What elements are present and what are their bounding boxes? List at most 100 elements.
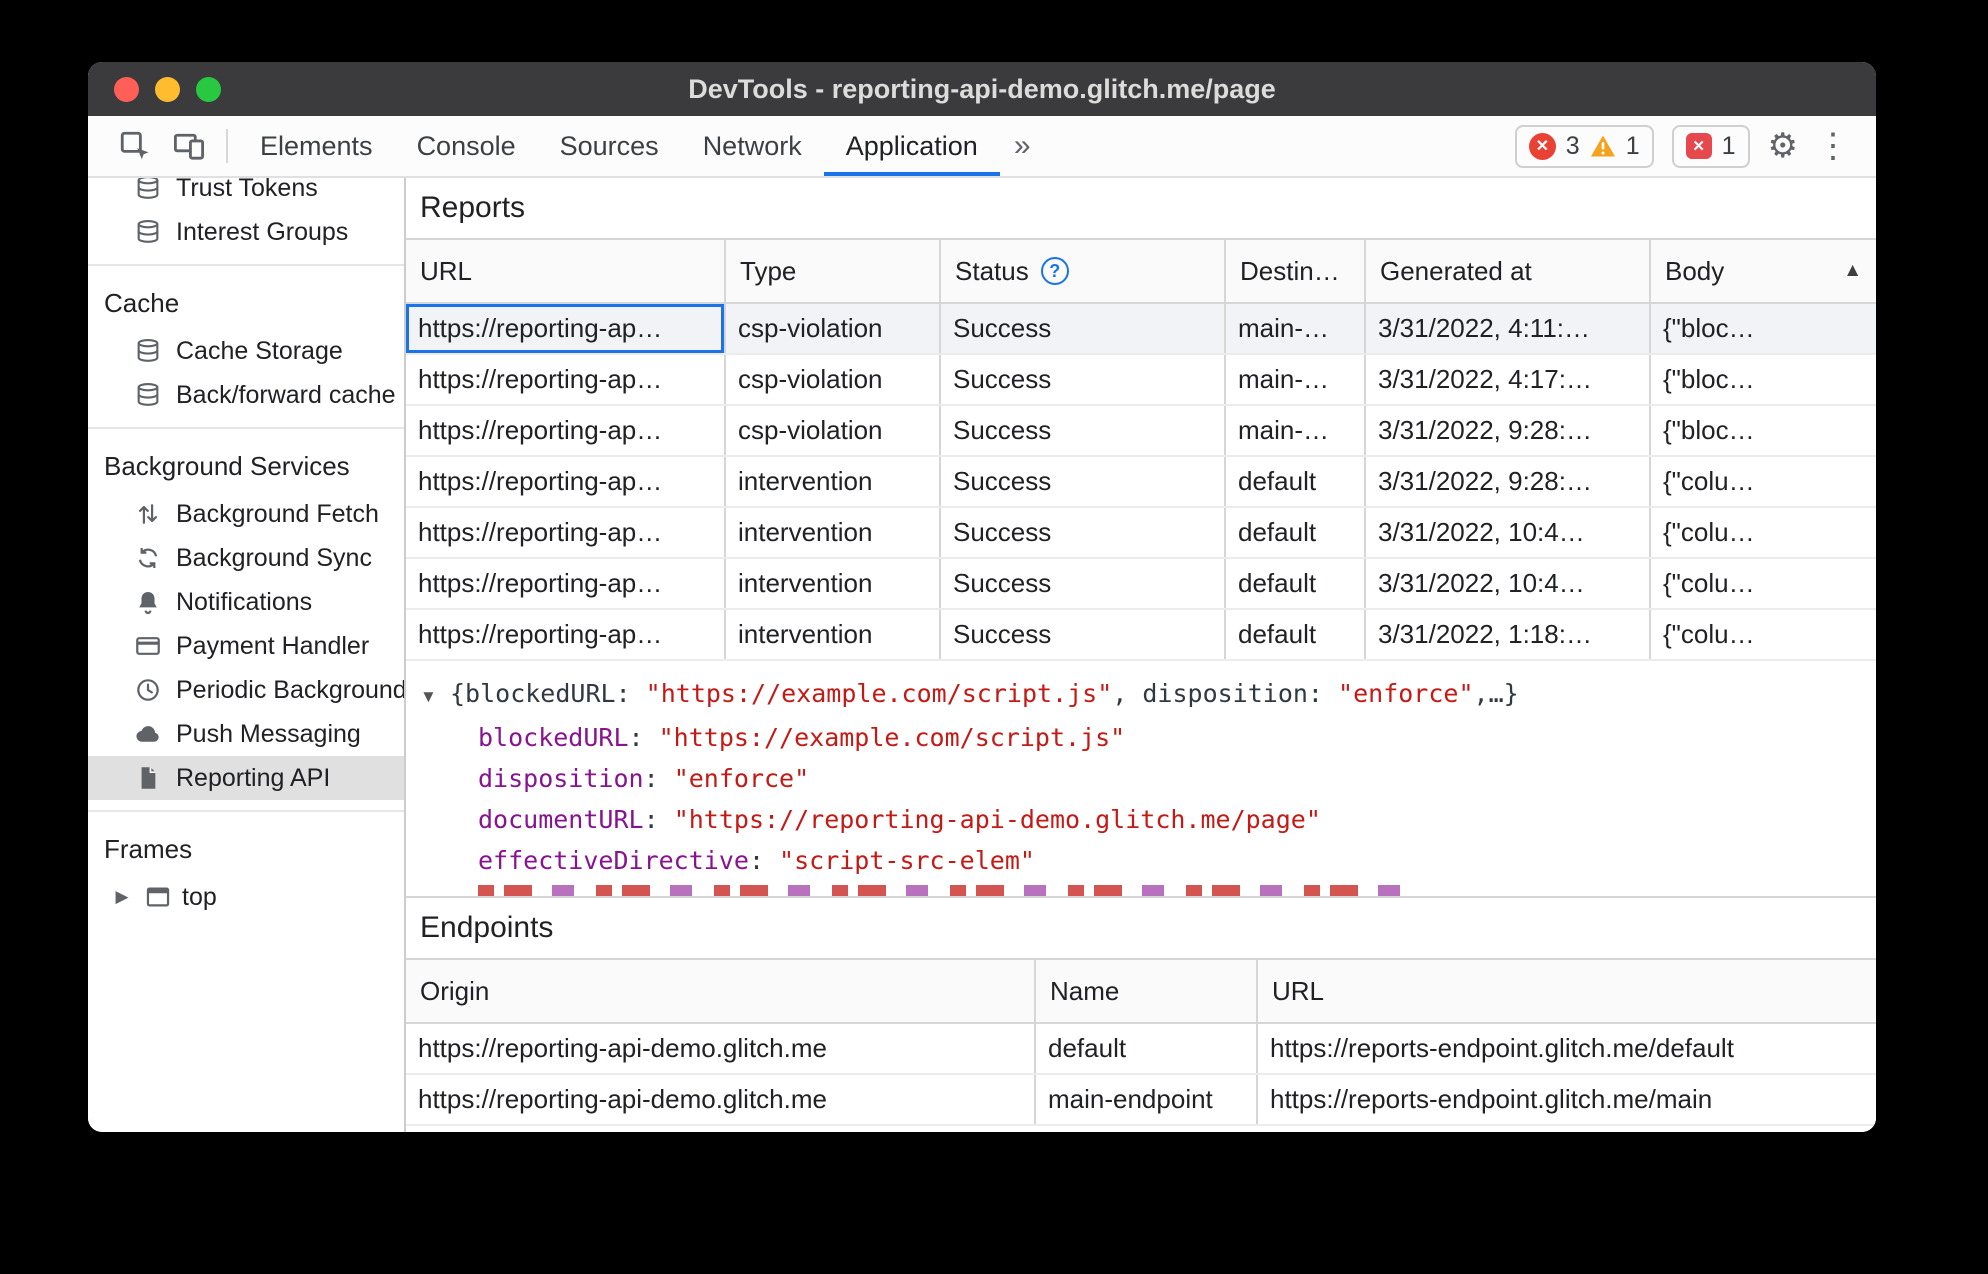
tab-network[interactable]: Network — [681, 116, 824, 176]
console-errors-warnings-badge[interactable]: ✕ 3 1 — [1514, 124, 1654, 168]
endpoints-table-header: Origin Name URL — [406, 958, 1876, 1024]
report-url-cell[interactable]: https://reporting-ap… — [406, 304, 726, 353]
sidebar-item-top-frame[interactable]: ▶ top — [88, 875, 404, 919]
document-icon — [134, 764, 162, 792]
error-count: 3 — [1565, 131, 1580, 160]
report-row[interactable]: https://reporting-ap… intervention Succe… — [406, 610, 1876, 661]
column-header-destination[interactable]: Destin… — [1226, 240, 1366, 302]
column-label: Status — [955, 255, 1029, 286]
sidebar-item-periodic-background-sync[interactable]: Periodic Background — [88, 668, 404, 712]
tab-sources[interactable]: Sources — [538, 116, 681, 176]
database-icon — [134, 218, 162, 246]
report-url-cell[interactable]: https://reporting-ap… — [406, 406, 726, 455]
sidebar-item-trust-tokens[interactable]: Trust Tokens — [88, 178, 404, 210]
cloud-icon — [134, 720, 162, 748]
reports-table-header: URL Type Status ? Destin… Generated at B… — [406, 238, 1876, 304]
payment-card-icon — [134, 632, 162, 660]
report-row[interactable]: https://reporting-ap… csp-violation Succ… — [406, 304, 1876, 355]
more-options-icon[interactable]: ⋮ — [1816, 129, 1850, 163]
report-row[interactable]: https://reporting-ap… intervention Succe… — [406, 559, 1876, 610]
sidebar-item-background-fetch[interactable]: Background Fetch — [88, 492, 404, 536]
sidebar-item-payment-handler[interactable]: Payment Handler — [88, 624, 404, 668]
column-label: URL — [420, 255, 473, 286]
column-header-origin[interactable]: Origin — [406, 960, 1036, 1022]
property-key: effectiveDirective — [478, 846, 749, 875]
column-label: Name — [1050, 975, 1120, 1006]
sidebar-item-label: Cache Storage — [176, 336, 343, 365]
sidebar-item-back-forward-cache[interactable]: Back/forward cache — [88, 373, 404, 417]
sidebar-item-label: Trust Tokens — [176, 178, 318, 202]
report-body-cell: {"colu… — [1663, 466, 1755, 496]
property-value: "script-src-elem" — [779, 846, 1035, 875]
column-header-type[interactable]: Type — [726, 240, 941, 302]
more-tabs-chevron-icon[interactable]: » — [1000, 116, 1045, 176]
reporting-api-panel: Reports URL Type Status ? Destin… Genera… — [406, 178, 1876, 1132]
sidebar-item-notifications[interactable]: Notifications — [88, 580, 404, 624]
tab-console[interactable]: Console — [395, 116, 538, 176]
sidebar-item-interest-groups[interactable]: Interest Groups — [88, 210, 404, 254]
endpoint-row[interactable]: https://reporting-api-demo.glitch.me mai… — [406, 1075, 1876, 1126]
sidebar-item-cache-storage[interactable]: Cache Storage — [88, 329, 404, 373]
report-generated-cell: 3/31/2022, 10:4… — [1366, 508, 1651, 557]
application-panel-content: Trust Tokens Interest Groups Cache Cache… — [88, 178, 1876, 1132]
warning-icon — [1590, 134, 1616, 158]
sidebar-item-label: Push Messaging — [176, 719, 361, 748]
report-body-cell: {"colu… — [1663, 517, 1755, 547]
column-header-generated-at[interactable]: Generated at — [1366, 240, 1651, 302]
endpoints-section: Endpoints Origin Name URL https://report… — [406, 898, 1876, 1126]
tab-application[interactable]: Application — [823, 116, 1000, 176]
sort-ascending-icon: ▲ — [1843, 260, 1862, 281]
device-toolbar-icon[interactable] — [162, 116, 216, 176]
column-label: Destin… — [1240, 255, 1340, 286]
report-generated-cell: 3/31/2022, 9:28:… — [1366, 457, 1651, 506]
report-url-cell[interactable]: https://reporting-ap… — [406, 457, 726, 506]
sidebar-item-reporting-api[interactable]: Reporting API — [88, 756, 404, 800]
issues-badge[interactable]: ✕ 1 — [1671, 124, 1750, 168]
preview-property-line: documentURL: "https://reporting-api-demo… — [420, 799, 1876, 840]
collapsed-triangle-icon[interactable]: ▶ — [110, 887, 134, 907]
tab-elements[interactable]: Elements — [238, 116, 395, 176]
preview-token: "https://example.com/script.js" — [645, 679, 1113, 708]
column-header-name[interactable]: Name — [1036, 960, 1258, 1022]
property-value: "https://reporting-api-demo.glitch.me/pa… — [673, 805, 1321, 834]
status-help-icon[interactable]: ? — [1040, 257, 1069, 285]
report-url-cell[interactable]: https://reporting-ap… — [406, 508, 726, 557]
inspect-element-icon[interactable] — [108, 116, 162, 176]
devtools-window: DevTools - reporting-api-demo.glitch.me/… — [88, 62, 1876, 1132]
report-generated-cell: 3/31/2022, 10:4… — [1366, 559, 1651, 608]
report-status-cell: Success — [941, 355, 1226, 404]
report-url-cell[interactable]: https://reporting-ap… — [406, 355, 726, 404]
preview-property-line: effectiveDirective: "script-src-elem" — [420, 840, 1876, 881]
report-url-cell[interactable]: https://reporting-ap… — [406, 559, 726, 608]
property-colon: : — [748, 846, 780, 875]
column-header-body[interactable]: Body ▲ — [1651, 240, 1876, 302]
report-row[interactable]: https://reporting-ap… intervention Succe… — [406, 508, 1876, 559]
sidebar-item-push-messaging[interactable]: Push Messaging — [88, 712, 404, 756]
endpoint-row[interactable]: https://reporting-api-demo.glitch.me def… — [406, 1024, 1876, 1075]
sidebar-item-label: Back/forward cache — [176, 380, 396, 409]
database-icon — [134, 337, 162, 365]
settings-gear-icon[interactable]: ⚙ — [1768, 129, 1798, 163]
report-row[interactable]: https://reporting-ap… intervention Succe… — [406, 457, 1876, 508]
report-body-preview: ▼ {blockedURL: "https://example.com/scrip… — [406, 661, 1876, 898]
expanded-triangle-icon[interactable]: ▼ — [420, 676, 450, 717]
report-body-cell: {"bloc… — [1663, 313, 1755, 343]
column-header-url[interactable]: URL — [406, 240, 726, 302]
report-generated-cell: 3/31/2022, 4:11:… — [1366, 304, 1651, 353]
column-header-endpoint-url[interactable]: URL — [1258, 960, 1876, 1022]
report-destination-cell: default — [1226, 559, 1366, 608]
report-row[interactable]: https://reporting-ap… csp-violation Succ… — [406, 406, 1876, 457]
report-url-cell[interactable]: https://reporting-ap… — [406, 610, 726, 659]
sidebar-item-label: Background Fetch — [176, 499, 379, 528]
sidebar-section-cache: Cache — [104, 288, 180, 318]
sidebar-divider — [88, 427, 404, 429]
clock-icon — [134, 676, 162, 704]
sidebar-item-background-sync[interactable]: Background Sync — [88, 536, 404, 580]
report-type-cell: intervention — [726, 610, 941, 659]
report-type-cell: intervention — [726, 559, 941, 608]
database-icon — [134, 178, 162, 202]
report-row[interactable]: https://reporting-ap… csp-violation Succ… — [406, 355, 1876, 406]
sidebar-section-frames: Frames — [104, 834, 193, 864]
property-colon: : — [628, 723, 659, 752]
column-header-status[interactable]: Status ? — [941, 240, 1226, 302]
